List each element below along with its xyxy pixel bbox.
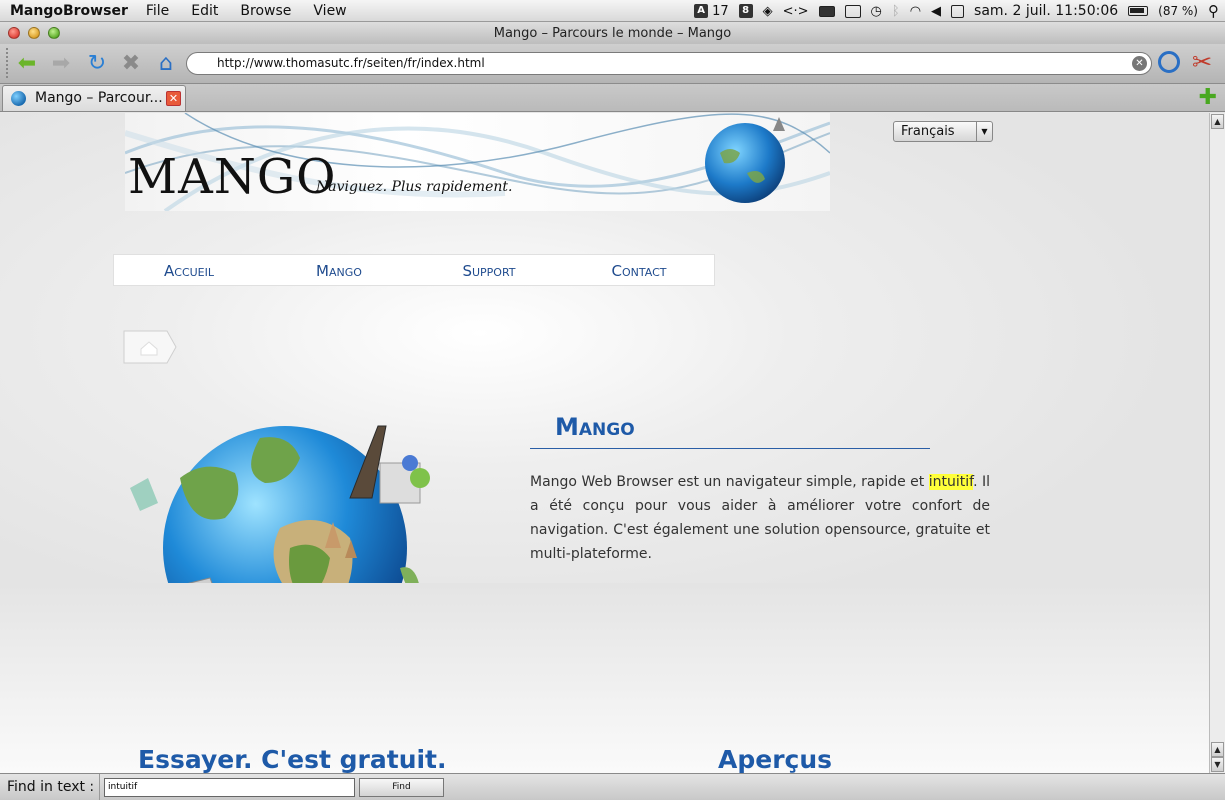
- chevron-down-icon: ▼: [976, 122, 992, 141]
- back-button[interactable]: ⬅: [14, 52, 40, 76]
- volume-icon[interactable]: ◀: [931, 4, 941, 19]
- web-page: MANGO Naviguez. Plus rapidement. Françai…: [0, 113, 1209, 773]
- number-8-icon[interactable]: 8: [738, 4, 753, 18]
- window-titlebar: Mango – Parcours le monde – Mango: [0, 22, 1225, 44]
- settings-tools-icon[interactable]: ✂: [1192, 48, 1212, 76]
- globe-illustration: [110, 418, 460, 708]
- clear-url-icon[interactable]: ✕: [1132, 56, 1147, 71]
- menu-browse[interactable]: Browse: [240, 3, 291, 19]
- breadcrumb-home[interactable]: [123, 330, 177, 364]
- find-bar: Find in text : intuitif Find: [0, 773, 1225, 800]
- article-divider: [530, 448, 930, 449]
- main-nav: Accueil Mango Support Contact: [113, 254, 715, 286]
- new-tab-plus-icon[interactable]: ✚: [1199, 87, 1217, 109]
- nav-accueil[interactable]: Accueil: [114, 255, 264, 287]
- display-icon[interactable]: [844, 4, 861, 18]
- battery-icon[interactable]: [1128, 6, 1149, 16]
- scroll-up-button-bottom[interactable]: ▲: [1211, 742, 1224, 757]
- reload-button[interactable]: ↻: [84, 52, 110, 76]
- wifi-icon[interactable]: ◠: [910, 4, 921, 19]
- keyboard-icon[interactable]: [818, 5, 835, 17]
- section-heading-try: Essayer. C'est gratuit.: [138, 745, 447, 773]
- calendar-icon[interactable]: [951, 4, 965, 18]
- time-machine-icon[interactable]: ◷: [871, 4, 882, 19]
- scroll-up-button[interactable]: ▲: [1211, 114, 1224, 129]
- menu-edit[interactable]: Edit: [191, 3, 218, 19]
- minimize-window-button[interactable]: [28, 27, 40, 39]
- close-tab-icon[interactable]: ✕: [166, 91, 181, 106]
- find-button[interactable]: Find: [359, 778, 444, 797]
- window-title: Mango – Parcours le monde – Mango: [493, 25, 732, 41]
- search-highlight: intuitif: [928, 474, 974, 490]
- article-title: Mango: [555, 413, 635, 441]
- vertical-scrollbar[interactable]: ▲ ▲ ▼: [1209, 113, 1225, 773]
- close-window-button[interactable]: [8, 27, 20, 39]
- nav-support[interactable]: Support: [414, 255, 564, 287]
- toolbar-grip: [6, 48, 10, 78]
- bluetooth-icon[interactable]: ᛒ: [892, 4, 900, 19]
- home-button[interactable]: ⌂: [153, 52, 179, 76]
- adobe-icon[interactable]: A: [694, 4, 709, 18]
- system-menubar: MangoBrowser File Edit Browse View A 17 …: [0, 0, 1225, 22]
- menu-view[interactable]: View: [313, 3, 346, 19]
- find-label: Find in text :: [0, 774, 100, 800]
- language-select[interactable]: Français ▼: [893, 121, 993, 142]
- tab-label: Mango – Parcour...: [35, 90, 163, 106]
- tab-bar: Mango – Parcour... ✕ ✚: [0, 84, 1225, 112]
- code-icon[interactable]: <·>: [783, 4, 809, 19]
- scroll-down-button[interactable]: ▼: [1211, 757, 1224, 772]
- tab-active[interactable]: Mango – Parcour... ✕: [2, 85, 186, 111]
- url-text: http://www.thomasutc.fr/seiten/fr/index.…: [217, 56, 485, 70]
- language-select-value: Français: [901, 124, 955, 139]
- nav-mango[interactable]: Mango: [264, 255, 414, 287]
- site-tagline: Naviguez. Plus rapidement.: [316, 179, 513, 195]
- stop-button[interactable]: ✖: [118, 52, 144, 76]
- site-logo[interactable]: MANGO: [128, 149, 337, 205]
- nav-contact[interactable]: Contact: [564, 255, 714, 287]
- menu-file[interactable]: File: [146, 3, 169, 19]
- clock[interactable]: sam. 2 juil. 11:50:06: [974, 3, 1118, 19]
- article-body: Mango Web Browser est un navigateur simp…: [530, 470, 990, 566]
- search-button[interactable]: [1158, 51, 1180, 73]
- section-heading-preview: Aperçus: [718, 745, 833, 773]
- article-text-part1: Mango Web Browser est un navigateur simp…: [530, 474, 929, 490]
- zoom-window-button[interactable]: [48, 27, 60, 39]
- favicon-globe-icon: [11, 91, 26, 106]
- find-input[interactable]: intuitif: [104, 778, 355, 797]
- battery-percent: (87 %): [1158, 4, 1198, 18]
- app-menu[interactable]: MangoBrowser: [8, 3, 128, 19]
- address-bar[interactable]: http://www.thomasutc.fr/seiten/fr/index.…: [186, 52, 1152, 75]
- spotlight-search-icon[interactable]: ⚲: [1208, 2, 1219, 20]
- dropbox-icon[interactable]: ◈: [763, 4, 773, 19]
- status-area: A 17 8 ◈ <·> ◷ ᛒ ◠ ◀ sam. 2 juil. 11:50:…: [694, 0, 1219, 22]
- forward-button[interactable]: ➡: [48, 52, 74, 76]
- calendar-day[interactable]: 17: [712, 4, 729, 19]
